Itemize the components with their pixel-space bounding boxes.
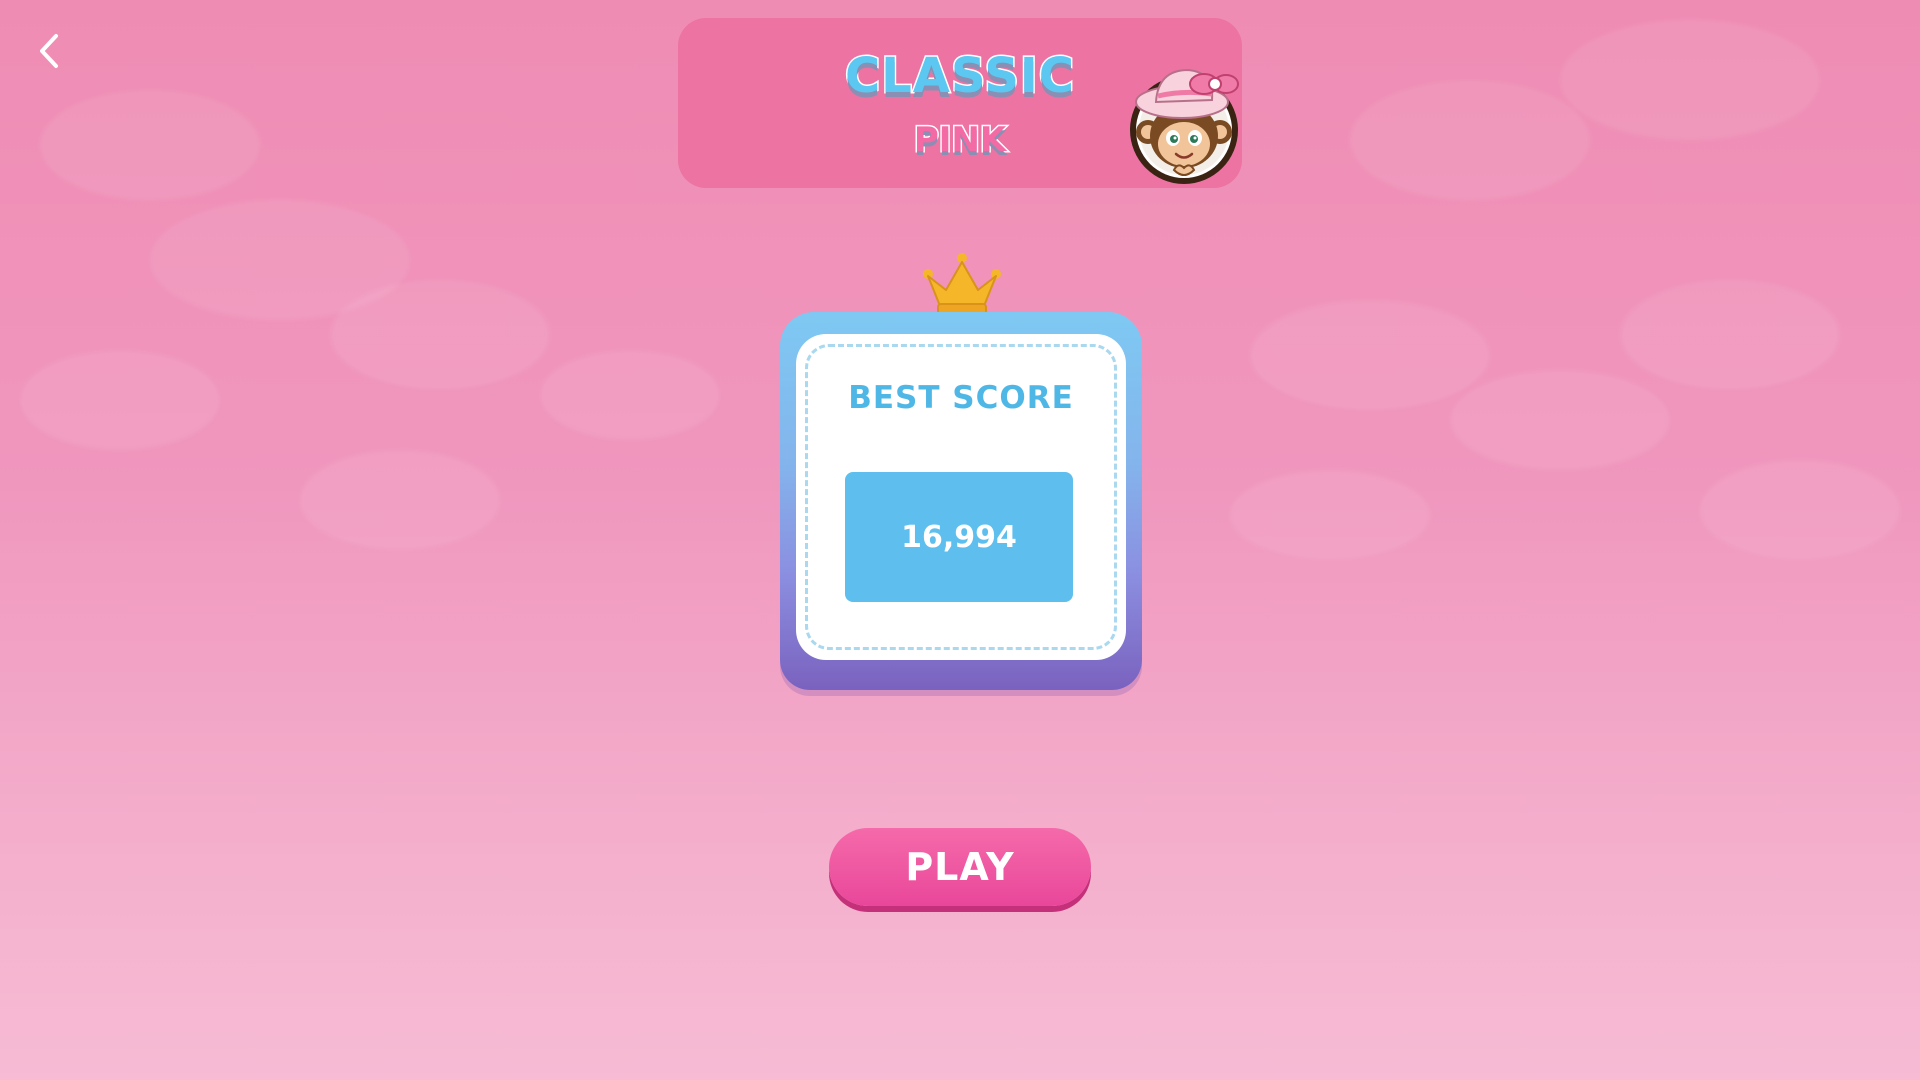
background-cloud [1620, 280, 1840, 390]
background-cloud [1700, 460, 1900, 560]
play-button[interactable]: PLAY [829, 828, 1091, 906]
background-cloud [20, 350, 220, 450]
best-score-box: 16,994 [845, 472, 1073, 602]
background-cloud [1250, 300, 1490, 410]
background-cloud [1450, 370, 1670, 470]
best-score-card-inner: BEST SCORE 16,994 [796, 334, 1126, 660]
best-score-label: BEST SCORE [848, 380, 1074, 416]
crown-icon [920, 250, 1004, 320]
best-score-value: 16,994 [901, 519, 1017, 555]
background-cloud [300, 450, 500, 550]
background-cloud [1560, 20, 1820, 140]
background-cloud [1350, 80, 1590, 200]
background-cloud [1230, 470, 1430, 560]
best-score-card: BEST SCORE 16,994 [780, 312, 1142, 690]
chevron-left-icon [40, 34, 58, 68]
play-button-label: PLAY [905, 845, 1015, 889]
background-cloud [40, 90, 260, 200]
background-cloud [540, 350, 720, 440]
mascot-avatar [1128, 56, 1242, 188]
game-screen: CLASSIC PINK BEST SCORE 16,994 PLAY [0, 0, 1920, 1080]
back-button[interactable] [30, 26, 74, 76]
background-cloud [330, 280, 550, 390]
